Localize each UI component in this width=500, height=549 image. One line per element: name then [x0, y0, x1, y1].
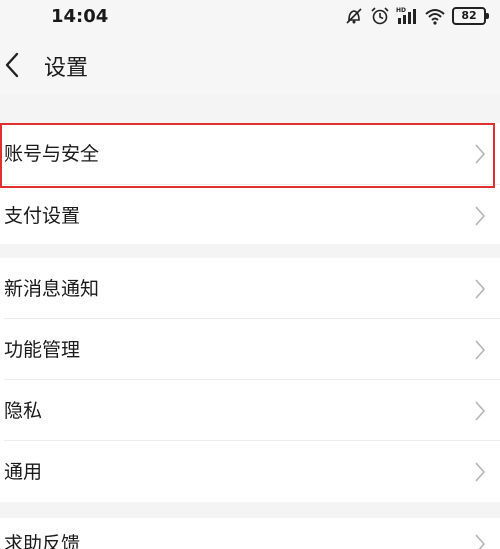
back-button[interactable]	[0, 36, 34, 94]
chevron-right-icon	[475, 340, 486, 360]
settings-item-privacy[interactable]: 隐私	[0, 380, 500, 441]
page-title: 设置	[44, 56, 89, 81]
battery-level: 82	[461, 9, 477, 22]
settings-item-notifications[interactable]: 新消息通知	[0, 258, 500, 319]
alarm-icon	[371, 7, 389, 25]
signal-icon: HD	[396, 7, 416, 24]
settings-item-label: 通用	[4, 461, 43, 483]
settings-group-general: 新消息通知 功能管理 隐私 通用	[0, 258, 500, 502]
settings-item-label: 求助反馈	[4, 533, 81, 549]
status-bar: 14:04 HD 82	[0, 0, 500, 36]
highlight-box	[0, 123, 495, 188]
status-time: 14:04	[51, 6, 109, 27]
settings-item-label: 隐私	[4, 400, 43, 422]
app-header: 设置	[0, 36, 500, 94]
settings-item-payment[interactable]: 支付设置	[0, 185, 500, 244]
settings-item-help-feedback[interactable]: 求助反馈	[0, 518, 500, 549]
chevron-right-icon	[475, 206, 486, 226]
settings-item-label: 支付设置	[4, 205, 81, 227]
chevron-right-icon	[475, 401, 486, 421]
chevron-right-icon	[475, 534, 486, 549]
chevron-left-icon	[5, 52, 19, 78]
chevron-right-icon	[475, 462, 486, 482]
chevron-right-icon	[475, 279, 486, 299]
mute-alarm-icon	[346, 8, 362, 24]
settings-item-general[interactable]: 通用	[0, 441, 500, 502]
battery-icon: 82	[452, 7, 489, 25]
wifi-icon	[425, 9, 445, 25]
network-label: HD	[396, 7, 406, 14]
settings-item-label: 功能管理	[4, 339, 81, 361]
settings-group-help: 求助反馈	[0, 518, 500, 549]
settings-item-label: 新消息通知	[4, 278, 100, 300]
status-icons: HD 82	[344, 6, 489, 26]
settings-item-features[interactable]: 功能管理	[0, 319, 500, 380]
